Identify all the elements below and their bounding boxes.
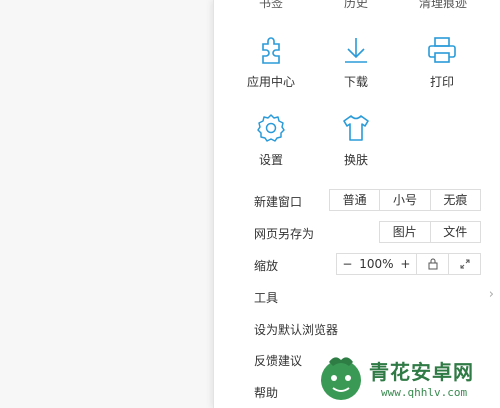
top-shortcuts-row: 书签 历史 清理痕迹 — [214, 0, 500, 11]
app-center-label: 应用中心 — [246, 75, 295, 89]
download-icon — [321, 35, 391, 69]
app-center-button[interactable]: 应用中心 — [236, 35, 306, 90]
settings-button[interactable]: 设置 — [236, 113, 306, 168]
site-watermark: 青花安卓网 www.qhhlv.com — [315, 350, 500, 408]
save-as-options: 图片 文件 — [379, 221, 481, 243]
new-window-row: 新建窗口 普通 小号 无痕 — [254, 189, 484, 211]
fullscreen-button[interactable] — [448, 254, 480, 274]
history-shortcut[interactable]: 历史 — [344, 0, 368, 11]
watermark-url: www.qhhlv.com — [381, 386, 468, 399]
printer-icon — [407, 35, 477, 69]
lock-icon — [428, 258, 438, 273]
settings-label: 设置 — [258, 153, 283, 167]
new-window-normal-option[interactable]: 普通 — [330, 190, 379, 210]
zoom-lock-button[interactable] — [415, 254, 449, 274]
tools-label: 工具 — [254, 291, 279, 305]
zoom-stepper: − 100% + — [337, 254, 416, 274]
help-label: 帮助 — [254, 386, 279, 400]
tshirt-icon — [321, 113, 391, 147]
save-as-row: 网页另存为 图片 文件 — [254, 221, 484, 243]
gear-icon — [236, 113, 306, 147]
save-as-label: 网页另存为 — [254, 227, 315, 241]
new-window-label: 新建窗口 — [254, 195, 303, 209]
zoom-label: 缩放 — [254, 259, 279, 273]
watermark-title: 青花安卓网 — [369, 360, 474, 384]
expand-icon — [460, 258, 470, 272]
skin-label: 换肤 — [343, 153, 368, 167]
feedback-label: 反馈建议 — [254, 354, 303, 368]
new-window-options: 普通 小号 无痕 — [329, 189, 481, 211]
puzzle-icon — [236, 35, 306, 69]
menu-item-tools[interactable]: 工具 › — [254, 285, 494, 307]
zoom-controls: − 100% + — [336, 253, 481, 275]
zoom-in-button[interactable]: + — [400, 254, 410, 274]
save-as-image-option[interactable]: 图片 — [380, 222, 430, 242]
save-as-file-option[interactable]: 文件 — [429, 222, 481, 242]
menu-item-set-default-browser[interactable]: 设为默认浏览器 — [254, 317, 484, 339]
clear-traces-shortcut[interactable]: 清理痕迹 — [419, 0, 467, 11]
zoom-out-button[interactable]: − — [342, 254, 352, 274]
print-label: 打印 — [429, 75, 454, 89]
zoom-row: 缩放 − 100% + — [254, 253, 484, 275]
set-default-label: 设为默认浏览器 — [254, 323, 339, 337]
chevron-right-icon: › — [488, 287, 494, 302]
browser-main-menu: 书签 历史 清理痕迹 应用中心 下载 打印 设置 换肤 新建窗口 普通 小号 无… — [213, 0, 500, 408]
zoom-value: 100% — [359, 257, 394, 271]
skin-button[interactable]: 换肤 — [321, 113, 391, 168]
print-button[interactable]: 打印 — [407, 35, 477, 90]
download-label: 下载 — [343, 75, 368, 89]
download-button[interactable]: 下载 — [321, 35, 391, 90]
watermark-logo-icon — [321, 357, 361, 400]
new-window-small-option[interactable]: 小号 — [379, 190, 429, 210]
new-window-incognito-option[interactable]: 无痕 — [429, 190, 480, 210]
bookmarks-shortcut[interactable]: 书签 — [259, 0, 283, 11]
